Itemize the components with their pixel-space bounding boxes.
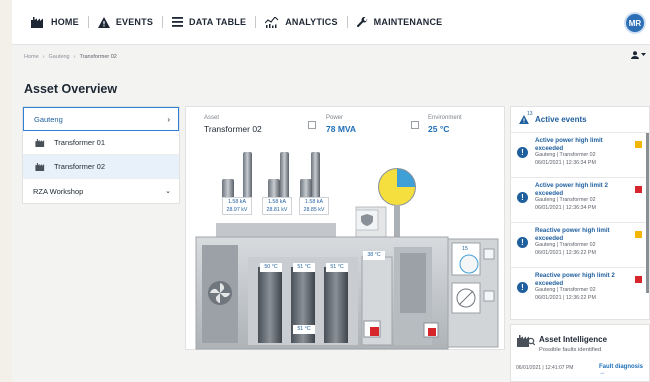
- info-icon: !: [517, 237, 528, 248]
- asset-intelligence-panel: Asset Intelligence Possible faults ident…: [510, 324, 650, 382]
- severity-indicator: [635, 231, 642, 238]
- user-icon: [631, 51, 639, 59]
- warning-icon: [97, 16, 110, 28]
- fan-icon: [208, 281, 232, 305]
- temp-winding-2: 51 °C: [293, 263, 315, 272]
- nav-home-label: HOME: [51, 17, 79, 27]
- severity-indicator: [635, 276, 642, 283]
- asset-tree: Gauteng › Transformer 01 Transformer 02 …: [22, 106, 180, 204]
- breadcrumb-separator: ›: [42, 54, 45, 60]
- breadcrumb-current: Transformer 02: [79, 54, 117, 60]
- tree-child-label: Transformer 02: [54, 162, 105, 171]
- event-title: Reactive power high limit exceeded: [535, 227, 610, 242]
- info-icon: !: [517, 192, 528, 203]
- events-scrollbar[interactable]: [646, 133, 649, 293]
- event-location: Gauteng | Transformer 02: [535, 242, 596, 248]
- intelligence-subtitle: Possible faults identified: [539, 347, 602, 353]
- tree-item-gauteng[interactable]: Gauteng ›: [23, 107, 179, 131]
- bushing-current: 1.58 kA: [305, 199, 323, 205]
- bushing-voltage: 28.81 kV: [266, 207, 288, 213]
- nav-analytics[interactable]: ANALYTICS: [256, 0, 346, 45]
- fault-diagnosis-link[interactable]: Fault diagnosis →: [599, 364, 649, 376]
- event-time: 06/01/2021 | 12:36:34 PM: [535, 159, 596, 166]
- tree-workshop-label: RZA Workshop: [33, 186, 84, 196]
- chevron-down-icon: [641, 53, 646, 56]
- event-item[interactable]: ! Active power high limit exceeded Gaute…: [511, 133, 649, 178]
- bushing-current: 1.58 kA: [228, 199, 246, 205]
- event-location: Gauteng | Transformer 02: [535, 287, 596, 293]
- app-frame: HOME EVENTS DATA TABLE ANALYTICS MAINTEN…: [12, 0, 650, 382]
- factory-icon: [31, 16, 43, 28]
- nav-events-label: EVENTS: [115, 17, 154, 27]
- intelligence-time: 06/01/2021 | 12:41:07 PM: [516, 365, 574, 371]
- event-location: Gauteng | Transformer 02: [535, 152, 596, 158]
- factory-search-icon: [517, 335, 535, 347]
- event-time: 06/01/2021 | 12:36:22 PM: [535, 294, 596, 301]
- bushing-2-readout: 1.58 kA 28.81 kV: [262, 197, 292, 215]
- wrench-icon: [356, 16, 367, 27]
- temp-oil-top: 38 °C: [363, 251, 385, 260]
- user-avatar[interactable]: MR: [624, 12, 646, 34]
- bushing-1-readout: 1.58 kA 28.97 kV: [222, 197, 252, 215]
- nav-maintenance-label: MAINTENANCE: [373, 17, 443, 27]
- event-time: 06/01/2021 | 12:36:34 PM: [535, 204, 596, 211]
- bushing-3-readout: 1.58 kA 28.85 kV: [299, 197, 329, 215]
- event-item[interactable]: ! Active power high limit 2 exceeded Gau…: [511, 178, 649, 223]
- tap-position: 15: [462, 246, 468, 252]
- factory-icon: [35, 138, 45, 147]
- analytics-icon: [265, 16, 279, 28]
- events-title: Active events: [535, 115, 587, 124]
- active-events-panel: 13 Active events ! Active power high lim…: [510, 106, 650, 320]
- tree-region-label: Gauteng: [34, 114, 63, 124]
- events-count: 13: [527, 111, 533, 117]
- tree-item-transformer-01[interactable]: Transformer 01: [23, 131, 179, 155]
- nav-data-table-label: DATA TABLE: [189, 17, 247, 27]
- event-title: Reactive power high limit 2 exceeded: [535, 272, 615, 287]
- chevron-right-icon: ›: [167, 115, 170, 124]
- bushing-3: [300, 152, 320, 202]
- nav-analytics-label: ANALYTICS: [285, 17, 338, 27]
- nav-data-table[interactable]: DATA TABLE: [163, 0, 255, 45]
- event-time: 06/01/2021 | 12:36:22 PM: [535, 249, 596, 256]
- breadcrumb-separator: ›: [73, 54, 76, 60]
- info-icon: !: [517, 147, 528, 158]
- top-navbar: HOME EVENTS DATA TABLE ANALYTICS MAINTEN…: [12, 0, 650, 45]
- nav-maintenance[interactable]: MAINTENANCE: [348, 0, 452, 45]
- severity-indicator: [635, 186, 642, 193]
- asset-panel: Asset Transformer 02 Power 78 MVA Enviro…: [185, 106, 505, 350]
- temp-oil-bottom: 51 °C: [293, 325, 315, 334]
- nav-home[interactable]: HOME: [22, 0, 88, 45]
- event-location: Gauteng | Transformer 02: [535, 197, 596, 203]
- factory-icon: [35, 162, 45, 171]
- bushing-voltage: 28.97 kV: [226, 207, 248, 213]
- event-item[interactable]: ! Reactive power high limit 2 exceeded G…: [511, 268, 649, 313]
- list-icon: [172, 17, 184, 27]
- info-icon: !: [517, 282, 528, 293]
- event-title: Active power high limit 2 exceeded: [535, 182, 608, 197]
- page-title: Asset Overview: [24, 82, 118, 96]
- tree-child-label: Transformer 01: [54, 138, 105, 147]
- temp-winding-1: 50 °C: [260, 263, 282, 272]
- nav-events[interactable]: EVENTS: [89, 0, 162, 45]
- events-header[interactable]: 13 Active events: [511, 107, 649, 133]
- bushing-1: [222, 152, 252, 202]
- chevron-down-icon: ⌄: [165, 188, 171, 195]
- severity-indicator: [635, 141, 642, 148]
- event-title: Active power high limit exceeded: [535, 137, 603, 152]
- intelligence-title: Asset Intelligence: [539, 335, 608, 344]
- bushing-voltage: 28.85 kV: [303, 207, 325, 213]
- transformer-diagram: [195, 152, 499, 350]
- event-item[interactable]: ! Reactive power high limit exceeded Gau…: [511, 223, 649, 268]
- breadcrumb-home[interactable]: Home: [24, 54, 39, 60]
- bushing-2: [268, 152, 289, 202]
- tree-item-rza-workshop[interactable]: RZA Workshop ⌄: [23, 179, 179, 203]
- user-menu[interactable]: [631, 51, 646, 59]
- temp-winding-3: 51 °C: [326, 263, 348, 272]
- breadcrumb: Home › Gauteng › Transformer 02: [24, 54, 117, 60]
- bushing-current: 1.58 kA: [268, 199, 286, 205]
- breadcrumb-region[interactable]: Gauteng: [49, 54, 70, 60]
- tree-item-transformer-02[interactable]: Transformer 02: [23, 155, 179, 179]
